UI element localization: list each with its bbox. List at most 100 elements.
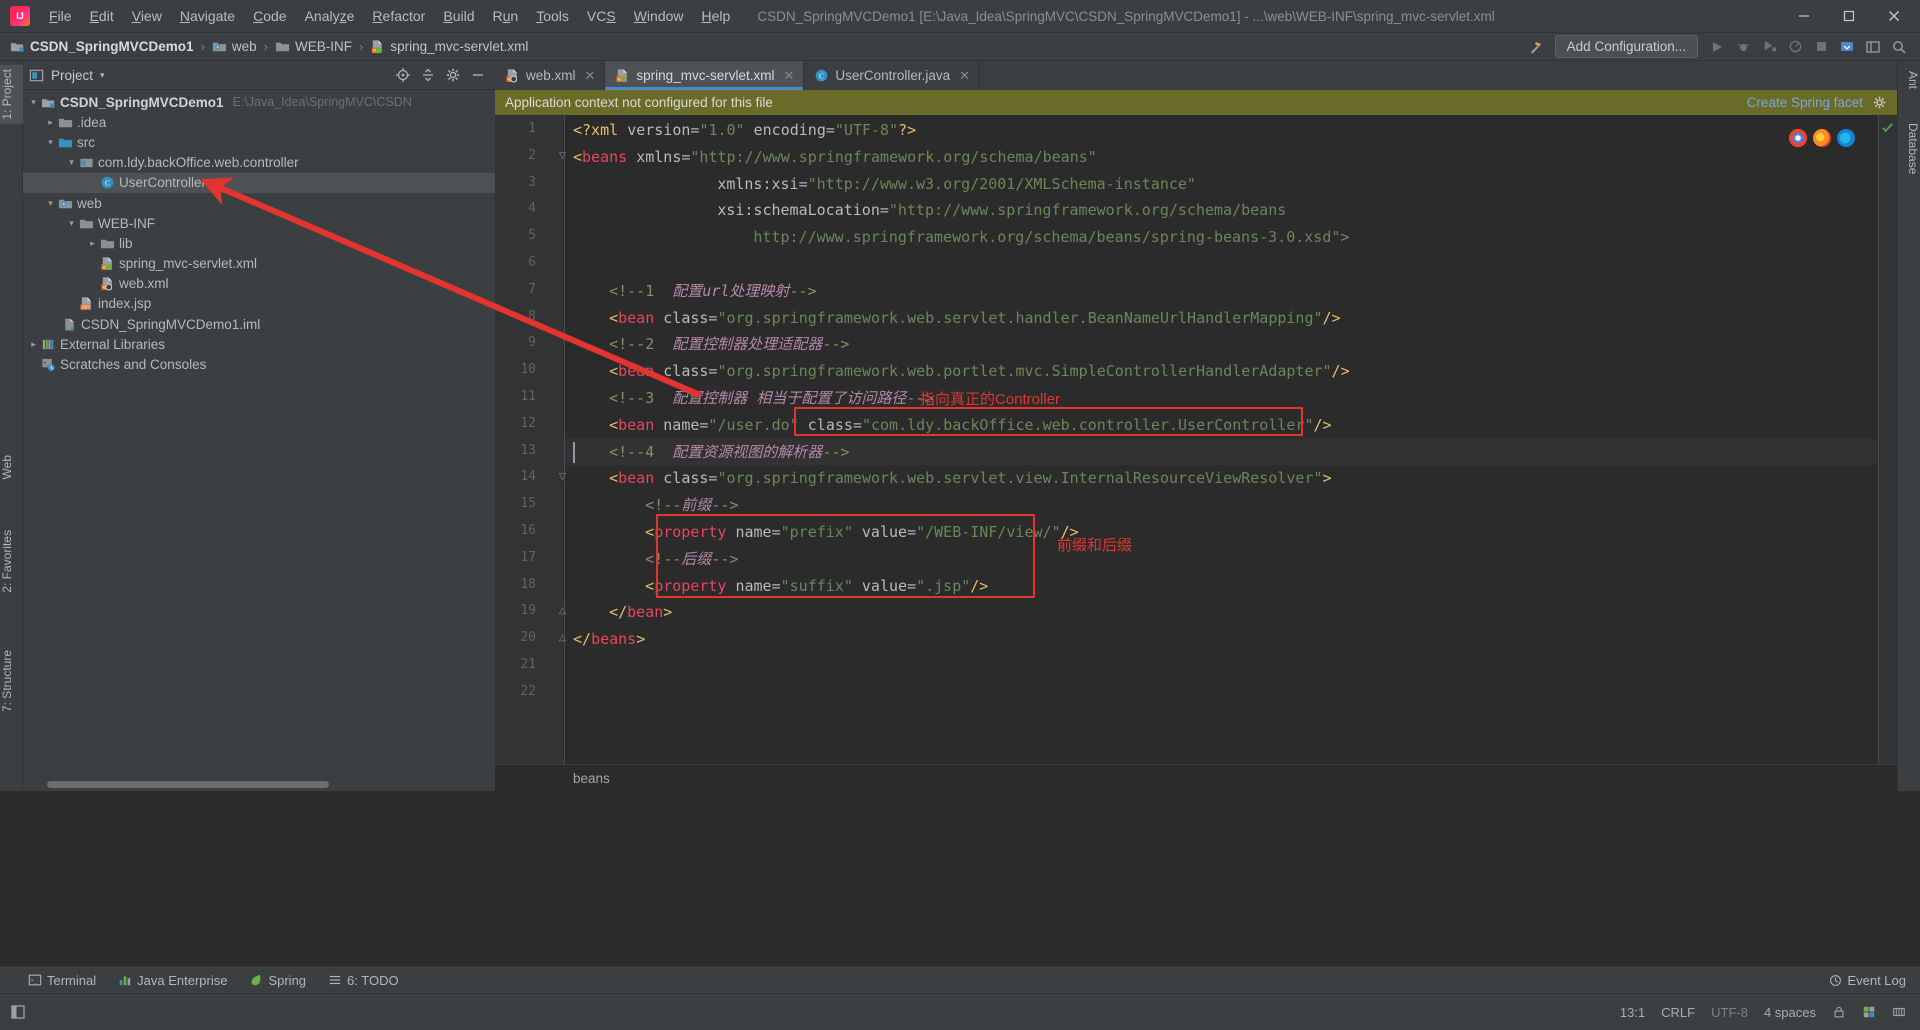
tree-node-external-libraries[interactable]: ▸ External Libraries [23, 334, 495, 354]
menu-view[interactable]: View [123, 4, 171, 28]
code-text[interactable]: <?xml version="1.0" encoding="UTF-8"?> <b… [565, 115, 1897, 764]
tool-tab-favorites[interactable]: 2: Favorites [0, 526, 23, 597]
code-line: </beans> [573, 630, 646, 649]
menu-navigate[interactable]: Navigate [171, 4, 244, 28]
add-configuration-button[interactable]: Add Configuration... [1554, 35, 1698, 58]
bottom-tab-todo[interactable]: 6: TODO [328, 973, 399, 988]
memory-icon[interactable] [1892, 1005, 1906, 1019]
hide-icon[interactable] [467, 64, 489, 86]
scrollbar-thumb[interactable] [47, 781, 329, 788]
expand-arrow-icon[interactable]: ▾ [27, 97, 40, 108]
tool-tab-project[interactable]: 1: Project [0, 65, 23, 124]
gear-icon[interactable] [1872, 95, 1887, 110]
project-horizontal-scrollbar[interactable] [23, 778, 495, 791]
close-icon[interactable]: ✕ [783, 68, 794, 84]
stop-icon[interactable] [1808, 36, 1834, 58]
indent-setting[interactable]: 4 spaces [1764, 1005, 1816, 1020]
debug-icon[interactable] [1730, 36, 1756, 58]
edge-icon[interactable] [1837, 129, 1855, 147]
tree-label: src [77, 134, 95, 150]
chrome-icon[interactable] [1789, 129, 1807, 147]
menu-edit[interactable]: Edit [81, 4, 123, 28]
hammer-icon[interactable] [1523, 36, 1549, 58]
editor-breadcrumb[interactable]: beans [495, 764, 1897, 791]
line-separator[interactable]: CRLF [1661, 1005, 1695, 1020]
run-coverage-icon[interactable] [1756, 36, 1782, 58]
breadcrumb-file[interactable]: < spring_mvc-servlet.xml [370, 39, 528, 54]
minimize-button[interactable] [1781, 0, 1826, 33]
menu-analyze[interactable]: Analyze [296, 4, 364, 28]
tool-tab-database[interactable]: Database [1897, 119, 1920, 178]
menu-tools[interactable]: Tools [527, 4, 578, 28]
tree-node-web[interactable]: ▾ web [23, 193, 495, 213]
menu-code[interactable]: Code [244, 4, 295, 28]
locate-icon[interactable] [392, 64, 414, 86]
bottom-tab-event-log[interactable]: Event Log [1829, 973, 1906, 988]
search-everywhere-icon[interactable] [1886, 36, 1912, 58]
menu-file[interactable]: File [40, 4, 81, 28]
breadcrumb-webinf[interactable]: WEB-INF [275, 39, 352, 54]
profiler-icon[interactable] [1782, 36, 1808, 58]
inspection-icon[interactable] [1862, 1005, 1876, 1019]
tree-node-iml[interactable]: CSDN_SpringMVCDemo1.iml [23, 314, 495, 334]
tree-node-web-xml[interactable]: < web.xml [23, 274, 495, 294]
lock-icon[interactable] [1832, 1005, 1846, 1019]
menu-help[interactable]: Help [693, 4, 740, 28]
bottom-tab-spring[interactable]: Spring [249, 973, 306, 988]
tree-node-scratches[interactable]: >_ Scratches and Consoles [23, 354, 495, 374]
tree-node-idea[interactable]: ▸ .idea [23, 112, 495, 132]
editor-tab-web-xml[interactable]: < web.xml ✕ [495, 61, 606, 90]
collapse-all-icon[interactable] [417, 64, 439, 86]
editor-tab-spring-xml[interactable]: < spring_mvc-servlet.xml ✕ [605, 61, 805, 90]
expand-arrow-icon[interactable]: ▸ [86, 238, 99, 249]
caret-position[interactable]: 13:1 [1620, 1005, 1645, 1020]
expand-arrow-icon[interactable]: ▸ [44, 117, 57, 128]
bottom-tab-terminal[interactable]: >_ Terminal [28, 973, 96, 988]
menu-window[interactable]: Window [625, 4, 693, 28]
tool-tab-structure[interactable]: 7: Structure [0, 646, 23, 716]
inspection-status-icon[interactable] [1881, 121, 1894, 134]
expand-arrow-icon[interactable]: ▾ [44, 137, 57, 148]
tool-tab-web[interactable]: Web [0, 451, 23, 483]
web-xml-icon: < [505, 68, 520, 83]
tree-node-spring-xml[interactable]: < spring_mvc-servlet.xml [23, 254, 495, 274]
layout-icon[interactable] [1860, 36, 1886, 58]
breadcrumb-web[interactable]: web [212, 39, 257, 54]
maximize-button[interactable] [1826, 0, 1871, 33]
settings-gear-icon[interactable] [442, 64, 464, 86]
expand-arrow-icon[interactable]: ▾ [65, 218, 78, 229]
close-icon[interactable]: ✕ [585, 68, 596, 84]
tree-node-webinf[interactable]: ▾ WEB-INF [23, 213, 495, 233]
menu-run[interactable]: Run [484, 4, 528, 28]
expand-arrow-icon[interactable]: ▾ [65, 157, 78, 168]
close-button[interactable] [1871, 0, 1916, 33]
tree-node-src[interactable]: ▾ src [23, 132, 495, 152]
menu-build[interactable]: Build [434, 4, 483, 28]
breadcrumb-module[interactable]: CSDN_SpringMVCDemo1 [10, 39, 194, 54]
tree-label: Scratches and Consoles [60, 357, 207, 373]
chevron-down-icon[interactable]: ▾ [100, 70, 105, 81]
file-encoding[interactable]: UTF-8 [1711, 1005, 1748, 1020]
toggle-toolbars-icon[interactable] [10, 1004, 26, 1020]
firefox-icon[interactable] [1813, 129, 1831, 147]
editor-tab-usercontroller[interactable]: C UserController.java ✕ [804, 61, 981, 90]
tree-node-project-root[interactable]: ▾ CSDN_SpringMVCDemo1 E:\Java_Idea\Sprin… [23, 92, 495, 112]
bottom-tab-java-enterprise[interactable]: Java Enterprise [118, 973, 227, 988]
create-spring-facet-link[interactable]: Create Spring facet [1747, 95, 1863, 110]
menu-refactor[interactable]: Refactor [363, 4, 434, 28]
run-icon[interactable] [1704, 36, 1730, 58]
code-editor[interactable]: 1 2 ▽ 3 4 5 6 7 8 9 10 11 12 13 14 ▽ 15 16 17 18 19 △ 20 △ 21 22 … [495, 115, 1897, 764]
tree-node-index-jsp[interactable]: JSP index.jsp [23, 294, 495, 314]
inspection-sidebar[interactable] [1878, 115, 1897, 764]
expand-arrow-icon[interactable]: ▸ [27, 339, 40, 350]
update-app-icon[interactable] [1834, 36, 1860, 58]
tree-label: CSDN_SpringMVCDemo1.iml [81, 316, 261, 332]
tool-tab-ant[interactable]: Ant [1897, 67, 1920, 93]
tree-node-package[interactable]: ▾ com.ldy.backOffice.web.controller [23, 153, 495, 173]
expand-arrow-icon[interactable]: ▾ [44, 198, 57, 209]
menu-vcs[interactable]: VCS [578, 4, 625, 28]
editor-gutter[interactable]: 1 2 ▽ 3 4 5 6 7 8 9 10 11 12 13 14 ▽ 15 16 17 18 19 △ 20 △ 21 22 [495, 115, 566, 764]
tree-node-lib[interactable]: ▸ lib [23, 233, 495, 253]
close-icon[interactable]: ✕ [959, 68, 970, 84]
tree-node-usercontroller[interactable]: C UserController [23, 172, 495, 193]
